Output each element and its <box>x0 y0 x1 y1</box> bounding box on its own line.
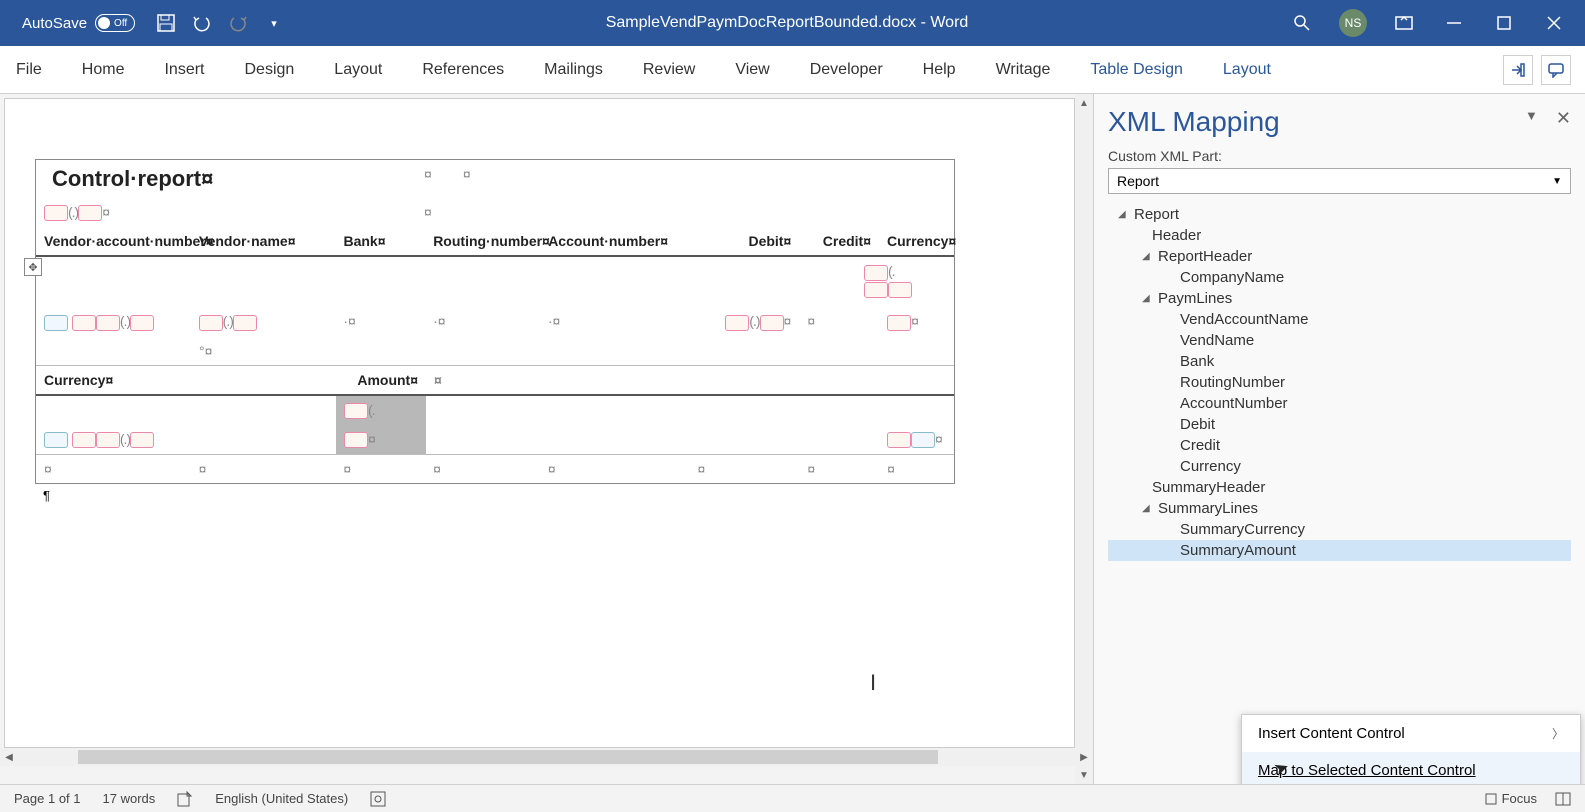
status-words[interactable]: 17 words <box>103 791 156 806</box>
document-title: SampleVendPaymDocReportBounded.docx - Wo… <box>285 14 1289 32</box>
col-bank: Bank¤ <box>335 227 425 255</box>
tree-report[interactable]: ◢Report <box>1108 204 1571 225</box>
report-title: Control·report¤ <box>44 158 221 195</box>
user-avatar[interactable]: NS <box>1339 9 1367 37</box>
document-area: ✥ Control·report¤ ¤ ¤ (.)¤ ¤ Vendor·acco… <box>0 94 1093 784</box>
scroll-down-icon[interactable]: ▼ <box>1075 766 1093 784</box>
redo-icon[interactable] <box>227 12 249 34</box>
spellcheck-icon[interactable] <box>177 791 193 807</box>
tab-mailings[interactable]: Mailings <box>542 57 605 83</box>
tree-paym-lines[interactable]: ◢PaymLines <box>1108 288 1571 309</box>
title-bar: AutoSave Off ▾ SampleVendPaymDocReportBo… <box>0 0 1585 46</box>
tree-report-header[interactable]: ◢ReportHeader <box>1108 246 1571 267</box>
status-page[interactable]: Page 1 of 1 <box>14 791 81 806</box>
paragraph-mark: ¶ <box>35 484 1044 507</box>
pane-options-icon[interactable]: ▼ <box>1525 108 1538 129</box>
tree-summary-currency[interactable]: SummaryCurrency <box>1108 519 1571 540</box>
quick-access-toolbar: ▾ <box>155 12 285 34</box>
tree-credit[interactable]: Credit <box>1108 435 1571 456</box>
context-menu: Insert Content Control 〉 Map to Selected… <box>1241 714 1581 790</box>
col-vendor-name: Vendor·name¤ <box>191 227 335 255</box>
chevron-right-icon: 〉 <box>1552 725 1564 742</box>
col-sum-currency: Currency¤ <box>36 366 191 394</box>
tree-header[interactable]: Header <box>1108 225 1571 246</box>
minimize-icon[interactable] <box>1441 10 1467 36</box>
col-account: Account·number¤ <box>540 227 689 255</box>
status-bar: Page 1 of 1 17 words English (United Sta… <box>0 784 1585 812</box>
autosave-group: AutoSave Off <box>22 14 135 32</box>
maximize-icon[interactable] <box>1491 10 1517 36</box>
col-routing: Routing·number¤ <box>425 227 540 255</box>
tree-vend-name[interactable]: VendName <box>1108 330 1571 351</box>
macro-icon[interactable] <box>370 791 386 807</box>
tab-help[interactable]: Help <box>921 57 958 83</box>
tab-layout[interactable]: Layout <box>332 57 384 83</box>
tab-file[interactable]: File <box>14 57 44 83</box>
pane-title: XML Mapping <box>1108 106 1571 138</box>
col-currency: Currency¤ <box>879 227 954 255</box>
xml-tree: ◢Report Header ◢ReportHeader CompanyName… <box>1108 204 1571 561</box>
tab-view[interactable]: View <box>733 57 771 83</box>
custom-xml-part-label: Custom XML Part: <box>1108 148 1571 164</box>
tab-developer[interactable]: Developer <box>808 57 885 83</box>
tab-insert[interactable]: Insert <box>162 57 206 83</box>
tree-currency[interactable]: Currency <box>1108 456 1571 477</box>
ctx-insert-content-control[interactable]: Insert Content Control 〉 <box>1242 715 1580 752</box>
pane-close-icon[interactable]: ✕ <box>1556 108 1571 129</box>
tab-references[interactable]: References <box>420 57 506 83</box>
close-icon[interactable] <box>1541 10 1567 36</box>
vertical-scrollbar[interactable]: ▲ ▼ <box>1075 94 1093 784</box>
scroll-right-icon[interactable]: ▶ <box>1075 748 1093 766</box>
status-language[interactable]: English (United States) <box>215 791 348 806</box>
col-credit: Credit¤ <box>799 227 879 255</box>
scroll-left-icon[interactable]: ◀ <box>0 748 18 766</box>
selected-content-control[interactable]: (. <box>336 396 426 425</box>
ribbon: File Home Insert Design Layout Reference… <box>0 46 1585 94</box>
autosave-label: AutoSave <box>22 15 87 32</box>
save-icon[interactable] <box>155 12 177 34</box>
tree-debit[interactable]: Debit <box>1108 414 1571 435</box>
qat-dropdown-icon[interactable]: ▾ <box>263 12 285 34</box>
search-icon[interactable] <box>1289 10 1315 36</box>
tree-summary-amount[interactable]: SummaryAmount <box>1108 540 1571 561</box>
chevron-down-icon: ▼ <box>1552 176 1562 187</box>
scroll-thumb[interactable] <box>78 750 938 764</box>
xml-mapping-pane: ▼ ✕ XML Mapping Custom XML Part: Report … <box>1093 94 1585 784</box>
tree-routing[interactable]: RoutingNumber <box>1108 372 1571 393</box>
tab-design[interactable]: Design <box>242 57 296 83</box>
tree-summary-lines[interactable]: ◢SummaryLines <box>1108 498 1571 519</box>
scroll-up-icon[interactable]: ▲ <box>1075 94 1093 112</box>
table-anchor-icon[interactable]: ✥ <box>24 258 42 276</box>
col-debit: Debit¤ <box>690 227 800 255</box>
tab-writage[interactable]: Writage <box>994 57 1053 83</box>
focus-mode-button[interactable]: Focus <box>1484 791 1537 806</box>
tab-home[interactable]: Home <box>80 57 127 83</box>
comments-icon[interactable] <box>1541 55 1571 85</box>
col-vendor-acct: Vendor·account·number¤ <box>36 227 191 255</box>
undo-icon[interactable] <box>191 12 213 34</box>
text-cursor-icon: I <box>870 670 876 696</box>
tree-company-name[interactable]: CompanyName <box>1108 267 1571 288</box>
tab-review[interactable]: Review <box>641 57 697 83</box>
document-page[interactable]: Control·report¤ ¤ ¤ (.)¤ ¤ Vendor·accoun… <box>4 98 1075 748</box>
ribbon-display-icon[interactable] <box>1391 10 1417 36</box>
col-sum-amount: Amount¤ <box>336 366 426 394</box>
tab-table-design[interactable]: Table Design <box>1088 57 1185 83</box>
tree-bank[interactable]: Bank <box>1108 351 1571 372</box>
tree-summary-header[interactable]: SummaryHeader <box>1108 477 1571 498</box>
share-icon[interactable] <box>1503 55 1533 85</box>
tree-vend-account[interactable]: VendAccountName <box>1108 309 1571 330</box>
tree-account-number[interactable]: AccountNumber <box>1108 393 1571 414</box>
tab-table-layout[interactable]: Layout <box>1221 57 1273 83</box>
custom-xml-part-select[interactable]: Report ▼ <box>1108 168 1571 194</box>
autosave-toggle[interactable]: Off <box>95 14 135 32</box>
read-mode-icon[interactable] <box>1555 792 1571 806</box>
horizontal-scrollbar[interactable]: ◀ ▶ <box>0 748 1093 766</box>
